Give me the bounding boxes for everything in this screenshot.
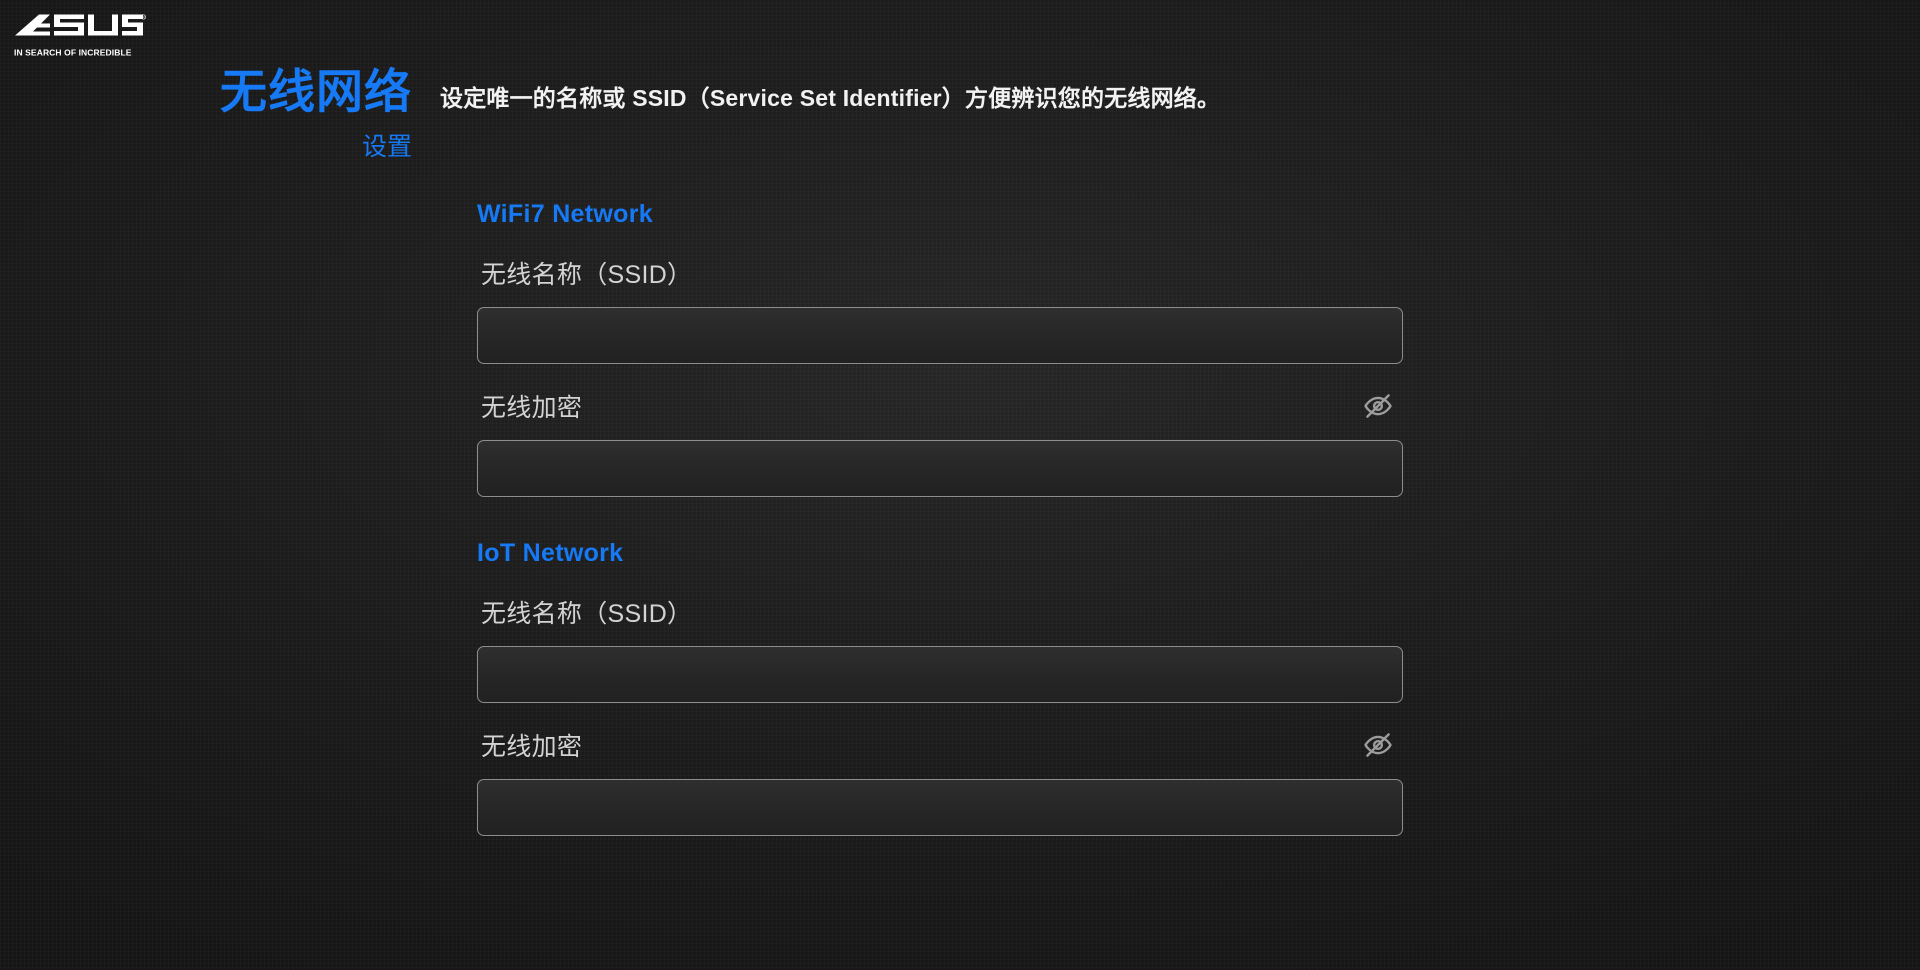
asus-tagline-text: IN SEARCH OF INCREDIBLE bbox=[14, 48, 132, 58]
page-subtitle: 设置 bbox=[361, 133, 412, 162]
page-description: 设定唯一的名称或 SSID（Service Set Identifier）方便辨… bbox=[440, 85, 1221, 111]
field-labelrow-iot-ssid: 无线名称（SSID） bbox=[477, 594, 1403, 630]
field-iot-password: 无线加密 bbox=[477, 727, 1403, 836]
page-header: 无线网络 设置 设定唯一的名称或 SSID（Service Set Identi… bbox=[0, 64, 1440, 164]
field-iot-ssid: 无线名称（SSID） bbox=[477, 594, 1403, 703]
eye-off-icon-iot[interactable] bbox=[1361, 728, 1395, 762]
section-heading-iot: IoT Network bbox=[477, 539, 624, 567]
asus-logo: R IN SEARCH OF INCREDIBLE bbox=[14, 12, 146, 59]
input-wifi7-password[interactable] bbox=[477, 440, 1403, 497]
section-wifi7-network: WiFi7 Network 无线名称（SSID） 无线加密 bbox=[477, 200, 1403, 497]
field-wifi7-password: 无线加密 bbox=[477, 388, 1403, 497]
input-iot-password[interactable] bbox=[477, 779, 1403, 836]
label-wifi7-ssid: 无线名称（SSID） bbox=[481, 261, 693, 289]
page-title: 无线网络 bbox=[220, 65, 412, 118]
eye-off-icon-wifi7[interactable] bbox=[1361, 389, 1395, 423]
label-iot-ssid: 无线名称（SSID） bbox=[481, 600, 693, 628]
section-heading-wifi7: WiFi7 Network bbox=[477, 200, 653, 228]
input-iot-ssid[interactable] bbox=[477, 646, 1403, 703]
section-iot-network: IoT Network 无线名称（SSID） 无线加密 bbox=[477, 539, 1403, 836]
field-labelrow-iot-password: 无线加密 bbox=[477, 727, 1403, 763]
page-title-column: 无线网络 设置 bbox=[0, 64, 440, 164]
asus-tagline: IN SEARCH OF INCREDIBLE bbox=[14, 48, 132, 58]
wireless-settings-form: WiFi7 Network 无线名称（SSID） 无线加密 IoT Networ… bbox=[477, 200, 1403, 860]
field-wifi7-ssid: 无线名称（SSID） bbox=[477, 255, 1403, 364]
field-labelrow-wifi7-ssid: 无线名称（SSID） bbox=[477, 255, 1403, 291]
asus-logo-icon: R bbox=[15, 14, 146, 36]
label-wifi7-password: 无线加密 bbox=[481, 394, 583, 422]
field-labelrow-wifi7-password: 无线加密 bbox=[477, 388, 1403, 424]
label-iot-password: 无线加密 bbox=[481, 733, 583, 761]
page-description-column: 设定唯一的名称或 SSID（Service Set Identifier）方便辨… bbox=[440, 64, 1340, 117]
input-wifi7-ssid[interactable] bbox=[477, 307, 1403, 364]
